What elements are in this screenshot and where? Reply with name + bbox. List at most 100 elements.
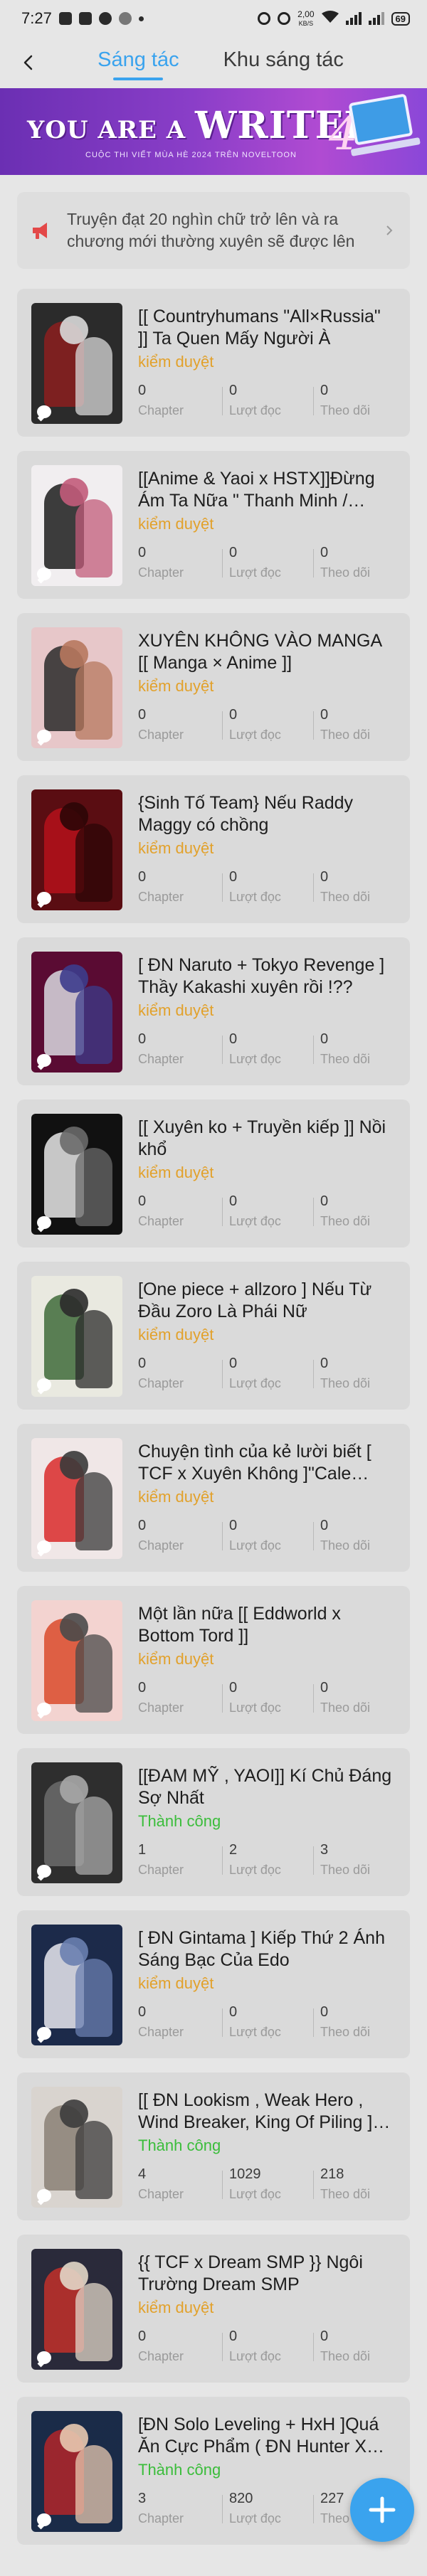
story-cover[interactable] xyxy=(31,1600,122,1721)
story-cover[interactable] xyxy=(31,627,122,748)
stat-follows: 0 Theo dõi xyxy=(313,1518,411,1553)
stat-value: 0 xyxy=(138,869,147,885)
story-cover[interactable] xyxy=(31,952,122,1073)
story-status: kiểm duyệt xyxy=(138,515,214,533)
create-story-button[interactable] xyxy=(350,2478,414,2542)
stat-value: 0 xyxy=(229,1680,238,1696)
story-title[interactable]: Một lần nữa [[ Eddworld x Bottom Tord ]] xyxy=(138,1603,394,1647)
story-title[interactable]: Chuyện tình của kẻ lười biết [ TCF x Xuy… xyxy=(138,1441,394,1485)
story-card[interactable]: [One piece + allzoro ] Nếu Từ Đầu Zoro L… xyxy=(17,1262,410,1410)
story-cover[interactable] xyxy=(31,2249,122,2370)
notification-app-icon xyxy=(118,12,132,25)
story-card[interactable]: Chuyện tình của kẻ lười biết [ TCF x Xuy… xyxy=(17,1424,410,1572)
stat-value: 0 xyxy=(320,2328,329,2344)
story-card[interactable]: {Sinh Tố Team} Nếu Raddy Maggy có chồng … xyxy=(17,775,410,923)
comment-bubble-icon xyxy=(37,1703,51,1715)
story-card[interactable]: Một lần nữa [[ Eddworld x Bottom Tord ]]… xyxy=(17,1586,410,1734)
comment-bubble-icon xyxy=(37,1216,51,1229)
story-cover[interactable] xyxy=(31,1438,122,1559)
story-cover[interactable] xyxy=(31,465,122,586)
cover-figure xyxy=(75,661,112,740)
story-card[interactable]: [ ĐN Naruto + Tokyo Revenge ] Thầy Kakas… xyxy=(17,937,410,1085)
story-status: kiểm duyệt xyxy=(138,1164,214,1181)
cover-figure xyxy=(60,2099,88,2128)
story-status: kiểm duyệt xyxy=(138,1650,214,1668)
story-cover[interactable] xyxy=(31,2411,122,2532)
stat-chapter: 0 Chapter xyxy=(138,1193,229,1229)
back-button[interactable] xyxy=(16,50,41,75)
story-cover[interactable] xyxy=(31,2087,122,2208)
story-stats: 0 Chapter 0 Lượt đọc 0 Theo dõi xyxy=(138,383,411,418)
story-stats: 0 Chapter 0 Lượt đọc 0 Theo dõi xyxy=(138,545,411,580)
stat-value: 0 xyxy=(229,383,238,398)
story-title[interactable]: [[ Countryhumans "All×Russia" ]] Ta Quen… xyxy=(138,306,394,350)
stat-value: 0 xyxy=(229,2328,238,2344)
story-cover[interactable] xyxy=(31,303,122,424)
stat-value: 2 xyxy=(229,1842,238,1858)
stat-label: Lượt đọc xyxy=(229,565,281,580)
story-card[interactable]: [[ ĐN Lookism , Weak Hero , Wind Breaker… xyxy=(17,2072,410,2220)
story-card[interactable]: XUYÊN KHÔNG VÀO MANGA [[ Manga × Anime ]… xyxy=(17,613,410,761)
story-title[interactable]: {{ TCF x Dream SMP }} Ngôi Trường Dream … xyxy=(138,2252,394,2296)
stat-value: 0 xyxy=(320,707,329,723)
contest-banner[interactable]: YOU ARE A WRITER 4 CUỘC THI VIẾT MÙA HÈ … xyxy=(0,88,427,175)
stat-reads: 1029 Lượt đọc xyxy=(222,2166,320,2202)
stat-label: Lượt đọc xyxy=(229,2349,281,2363)
story-card[interactable]: [[ Xuyên ko + Truyền kiếp ]] Nồi khổ kiể… xyxy=(17,1100,410,1247)
tab-sang-tac[interactable]: Sáng tác xyxy=(96,44,180,82)
story-title[interactable]: [ĐN Solo Leveling + HxH ]Quá Ăn Cực Phẩm… xyxy=(138,2414,394,2458)
stat-label: Chapter xyxy=(138,890,184,904)
story-cover[interactable] xyxy=(31,1276,122,1397)
story-card[interactable]: [[ĐAM MỸ , YAOI]] Kí Chủ Đáng Sợ Nhất Th… xyxy=(17,1748,410,1896)
cover-figure xyxy=(75,1634,112,1713)
story-card[interactable]: [[ Countryhumans "All×Russia" ]] Ta Quen… xyxy=(17,289,410,437)
story-status: Thành công xyxy=(138,2461,221,2479)
story-title[interactable]: XUYÊN KHÔNG VÀO MANGA [[ Manga × Anime ]… xyxy=(138,630,394,674)
comment-bubble-icon xyxy=(37,730,51,743)
story-cover[interactable] xyxy=(31,1762,122,1883)
story-title[interactable]: {Sinh Tố Team} Nếu Raddy Maggy có chồng xyxy=(138,792,394,836)
story-title[interactable]: [One piece + allzoro ] Nếu Từ Đầu Zoro L… xyxy=(138,1279,394,1323)
story-status: kiểm duyệt xyxy=(138,2299,214,2316)
stat-label: Chapter xyxy=(138,565,184,580)
signal-icon xyxy=(368,12,384,25)
stat-label: Lượt đọc xyxy=(229,2187,281,2201)
story-title[interactable]: [[Anime & Yaoi x HSTX]]Đừng Ám Ta Nữa " … xyxy=(138,468,394,512)
story-cover[interactable] xyxy=(31,1114,122,1235)
story-title[interactable]: [[ Xuyên ko + Truyền kiếp ]] Nồi khổ xyxy=(138,1117,394,1161)
stat-value: 0 xyxy=(229,707,238,723)
stat-chapter: 0 Chapter xyxy=(138,545,229,580)
tab-khu-sang-tac[interactable]: Khu sáng tác xyxy=(222,44,345,82)
story-card[interactable]: [ ĐN Gintama ] Kiếp Thứ 2 Ánh Sáng Bạc C… xyxy=(17,1910,410,2058)
story-title[interactable]: [[ ĐN Lookism , Weak Hero , Wind Breaker… xyxy=(138,2090,394,2134)
header: Sáng tác Khu sáng tác xyxy=(0,37,427,88)
stat-value: 0 xyxy=(138,1356,147,1371)
story-title[interactable]: [ ĐN Naruto + Tokyo Revenge ] Thầy Kakas… xyxy=(138,954,394,999)
story-title[interactable]: [[ĐAM MỸ , YAOI]] Kí Chủ Đáng Sợ Nhất xyxy=(138,1765,394,1809)
story-title[interactable]: [ ĐN Gintama ] Kiếp Thứ 2 Ánh Sáng Bạc C… xyxy=(138,1927,394,1971)
stat-label: Chapter xyxy=(138,1863,184,1877)
stat-label: Lượt đọc xyxy=(229,2511,281,2526)
story-card[interactable]: {{ TCF x Dream SMP }} Ngôi Trường Dream … xyxy=(17,2235,410,2383)
story-status: kiểm duyệt xyxy=(138,1001,214,1019)
story-cover[interactable] xyxy=(31,789,122,910)
cover-figure xyxy=(60,1613,88,1641)
network-speed: 2,00 KB/S xyxy=(297,9,315,27)
cover-figure xyxy=(75,337,112,415)
stat-value: 4 xyxy=(138,2166,147,2182)
stat-label: Theo dõi xyxy=(320,1701,371,1715)
story-cover[interactable] xyxy=(31,1925,122,2045)
stat-chapter: 1 Chapter xyxy=(138,1842,229,1878)
story-card[interactable]: [ĐN Solo Leveling + HxH ]Quá Ăn Cực Phẩm… xyxy=(17,2397,410,2545)
stat-label: Chapter xyxy=(138,1701,184,1715)
story-card[interactable]: [[Anime & Yaoi x HSTX]]Đừng Ám Ta Nữa " … xyxy=(17,451,410,599)
cover-figure xyxy=(60,1451,88,1479)
story-status: kiểm duyệt xyxy=(138,1326,214,1343)
stat-label: Chapter xyxy=(138,1052,184,1066)
stat-value: 0 xyxy=(138,2328,147,2344)
stat-label: Theo dõi xyxy=(320,1052,371,1066)
tab-bar: Sáng tác Khu sáng tác xyxy=(0,44,427,82)
stat-value: 1029 xyxy=(229,2166,261,2182)
stat-value: 0 xyxy=(138,2004,147,2020)
notice-bar[interactable]: Truyện đạt 20 nghìn chữ trở lên và ra ch… xyxy=(17,192,410,269)
